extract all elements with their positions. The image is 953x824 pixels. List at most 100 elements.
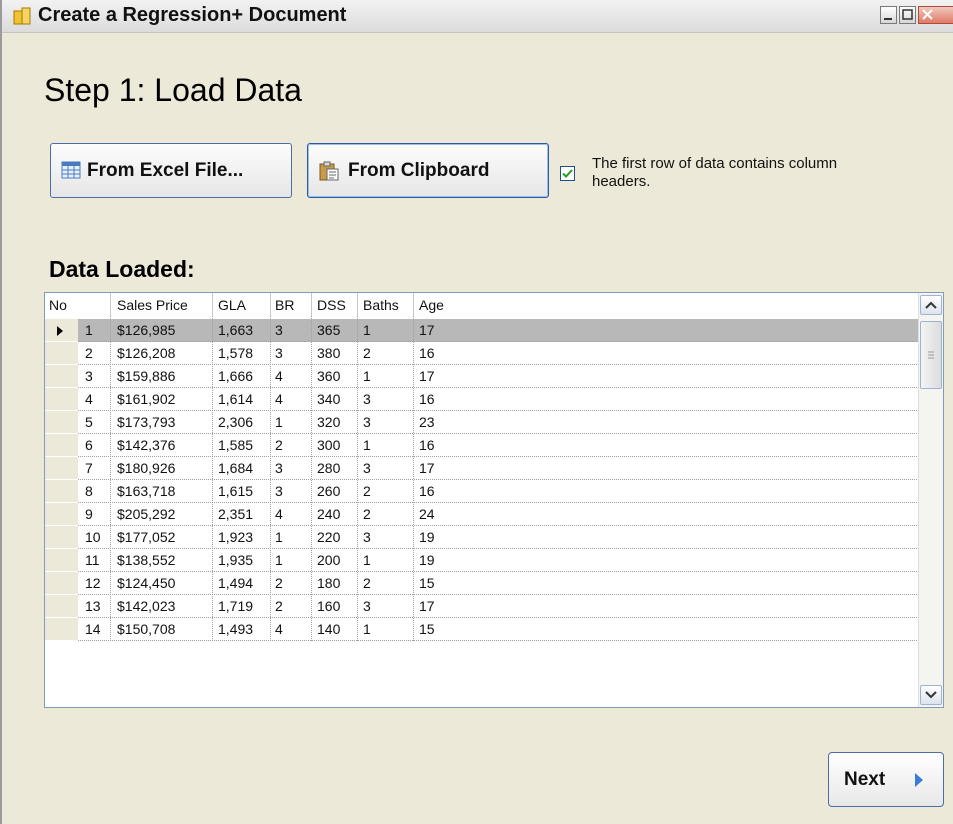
cell-no[interactable]: 9	[85, 503, 93, 526]
cell-dss[interactable]: 240	[317, 503, 340, 526]
cell-baths[interactable]: 1	[363, 549, 371, 572]
table-row[interactable]	[78, 480, 919, 503]
table-row[interactable]	[78, 365, 919, 388]
cell-gla[interactable]: 1,614	[218, 388, 253, 411]
cell-sales-price[interactable]: $126,208	[117, 342, 175, 365]
vertical-scrollbar[interactable]	[918, 293, 943, 707]
table-row[interactable]	[78, 319, 919, 342]
table-row[interactable]	[78, 595, 919, 618]
close-button[interactable]	[918, 6, 953, 24]
cell-no[interactable]: 5	[85, 411, 93, 434]
column-header-br[interactable]: BR	[275, 297, 294, 320]
cell-dss[interactable]: 340	[317, 388, 340, 411]
cell-dss[interactable]: 260	[317, 480, 340, 503]
cell-dss[interactable]: 160	[317, 595, 340, 618]
cell-baths[interactable]: 1	[363, 434, 371, 457]
cell-age[interactable]: 16	[419, 342, 435, 365]
table-row[interactable]	[78, 434, 919, 457]
cell-baths[interactable]: 2	[363, 572, 371, 595]
cell-dss[interactable]: 200	[317, 549, 340, 572]
cell-sales-price[interactable]: $150,708	[117, 618, 175, 641]
cell-age[interactable]: 17	[419, 319, 435, 342]
table-row[interactable]	[78, 549, 919, 572]
row-header[interactable]	[45, 457, 78, 480]
cell-dss[interactable]: 140	[317, 618, 340, 641]
cell-br[interactable]: 3	[275, 319, 283, 342]
cell-age[interactable]: 15	[419, 618, 435, 641]
cell-gla[interactable]: 1,684	[218, 457, 253, 480]
maximize-button[interactable]	[899, 6, 916, 24]
cell-gla[interactable]: 1,935	[218, 549, 253, 572]
cell-sales-price[interactable]: $177,052	[117, 526, 175, 549]
column-header-no[interactable]: No	[49, 297, 67, 320]
cell-baths[interactable]: 2	[363, 342, 371, 365]
cell-baths[interactable]: 1	[363, 319, 371, 342]
row-header[interactable]	[45, 480, 78, 503]
cell-sales-price[interactable]: $126,985	[117, 319, 175, 342]
cell-gla[interactable]: 2,351	[218, 503, 253, 526]
cell-baths[interactable]: 2	[363, 503, 371, 526]
cell-sales-price[interactable]: $159,886	[117, 365, 175, 388]
row-header[interactable]	[45, 319, 78, 342]
cell-br[interactable]: 1	[275, 549, 283, 572]
cell-age[interactable]: 17	[419, 457, 435, 480]
table-row[interactable]	[78, 618, 919, 641]
cell-gla[interactable]: 1,663	[218, 319, 253, 342]
table-row[interactable]	[78, 503, 919, 526]
row-header[interactable]	[45, 388, 78, 411]
cell-br[interactable]: 2	[275, 595, 283, 618]
cell-age[interactable]: 17	[419, 595, 435, 618]
cell-age[interactable]: 15	[419, 572, 435, 595]
table-row[interactable]	[78, 457, 919, 480]
cell-baths[interactable]: 3	[363, 595, 371, 618]
cell-baths[interactable]: 2	[363, 480, 371, 503]
cell-sales-price[interactable]: $161,902	[117, 388, 175, 411]
minimize-button[interactable]	[880, 6, 897, 24]
cell-baths[interactable]: 3	[363, 388, 371, 411]
cell-sales-price[interactable]: $138,552	[117, 549, 175, 572]
cell-sales-price[interactable]: $142,376	[117, 434, 175, 457]
table-row[interactable]	[78, 388, 919, 411]
row-header[interactable]	[45, 549, 78, 572]
header-row-checkbox[interactable]	[560, 166, 575, 181]
cell-baths[interactable]: 3	[363, 457, 371, 480]
cell-br[interactable]: 3	[275, 342, 283, 365]
cell-gla[interactable]: 1,578	[218, 342, 253, 365]
scroll-up-button[interactable]	[920, 295, 942, 315]
cell-no[interactable]: 12	[85, 572, 101, 595]
cell-br[interactable]: 2	[275, 434, 283, 457]
cell-age[interactable]: 24	[419, 503, 435, 526]
cell-age[interactable]: 19	[419, 549, 435, 572]
cell-dss[interactable]: 220	[317, 526, 340, 549]
cell-br[interactable]: 1	[275, 411, 283, 434]
cell-baths[interactable]: 3	[363, 411, 371, 434]
cell-gla[interactable]: 1,666	[218, 365, 253, 388]
cell-age[interactable]: 23	[419, 411, 435, 434]
cell-br[interactable]: 4	[275, 388, 283, 411]
cell-br[interactable]: 1	[275, 526, 283, 549]
cell-gla[interactable]: 1,615	[218, 480, 253, 503]
cell-no[interactable]: 1	[85, 319, 93, 342]
row-header[interactable]	[45, 503, 78, 526]
column-header-sales-price[interactable]: Sales Price	[117, 297, 188, 320]
cell-age[interactable]: 16	[419, 480, 435, 503]
table-row[interactable]	[78, 342, 919, 365]
titlebar[interactable]: Create a Regression+ Document	[2, 0, 953, 33]
cell-age[interactable]: 17	[419, 365, 435, 388]
column-header-gla[interactable]: GLA	[218, 297, 246, 320]
cell-dss[interactable]: 360	[317, 365, 340, 388]
cell-dss[interactable]: 280	[317, 457, 340, 480]
cell-no[interactable]: 11	[85, 549, 100, 572]
cell-no[interactable]: 4	[85, 388, 93, 411]
cell-no[interactable]: 14	[85, 618, 101, 641]
cell-no[interactable]: 8	[85, 480, 93, 503]
column-header-age[interactable]: Age	[419, 297, 444, 320]
cell-br[interactable]: 4	[275, 618, 283, 641]
from-excel-button[interactable]: From Excel File...	[50, 143, 292, 198]
cell-no[interactable]: 10	[85, 526, 101, 549]
cell-dss[interactable]: 380	[317, 342, 340, 365]
column-header-baths[interactable]: Baths	[363, 297, 399, 320]
cell-gla[interactable]: 2,306	[218, 411, 253, 434]
cell-dss[interactable]: 180	[317, 572, 340, 595]
cell-sales-price[interactable]: $142,023	[117, 595, 175, 618]
